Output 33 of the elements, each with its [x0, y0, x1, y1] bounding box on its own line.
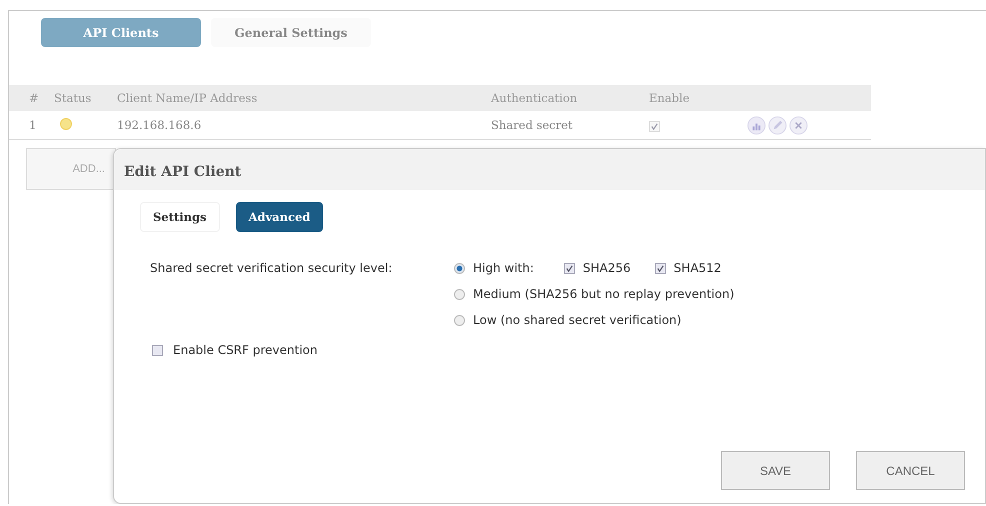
option-label: SHA256 [582, 261, 631, 275]
dialog-button[interactable]: SAVE [721, 451, 830, 490]
option-label: Medium (SHA256 but no replay prevention) [473, 287, 734, 301]
checkbox-label: Enable CSRF prevention [173, 343, 318, 357]
stats-icon[interactable] [747, 116, 766, 134]
radio-button[interactable] [454, 314, 465, 326]
edit-icon[interactable] [768, 116, 787, 134]
radio-button[interactable] [454, 262, 465, 274]
table-cell-text: 1 [28, 118, 38, 132]
column-header: # [28, 91, 40, 105]
tab[interactable]: Advanced [236, 202, 324, 232]
column-header: Enable [649, 91, 691, 105]
option-label: SHA512 [674, 261, 722, 275]
tab[interactable]: General Settings [211, 18, 371, 47]
column-header: Authentication [491, 91, 578, 105]
close-icon[interactable] [789, 116, 808, 134]
dialog-title: Edit API Client [114, 149, 985, 190]
enable-checkbox[interactable] [649, 120, 660, 132]
table-cell-text: Shared secret [491, 118, 574, 132]
table-cell-text: 192.168.168.6 [117, 118, 202, 132]
tab[interactable]: API Clients [41, 18, 201, 47]
tab[interactable]: Settings [140, 202, 220, 232]
dialog-button[interactable]: CANCEL [856, 451, 965, 490]
checkbox[interactable] [152, 344, 163, 356]
security-level-label: Shared secret verification security level: [150, 260, 394, 277]
radio-button[interactable] [454, 288, 465, 300]
option-label: Low (no shared secret verification) [473, 313, 682, 327]
status-dot-icon [60, 118, 72, 130]
checkbox[interactable] [654, 262, 666, 274]
column-header: Status [54, 91, 92, 105]
option-label: High with: [473, 261, 534, 275]
checkbox[interactable] [564, 262, 575, 274]
column-header: Client Name/IP Address [117, 91, 258, 105]
